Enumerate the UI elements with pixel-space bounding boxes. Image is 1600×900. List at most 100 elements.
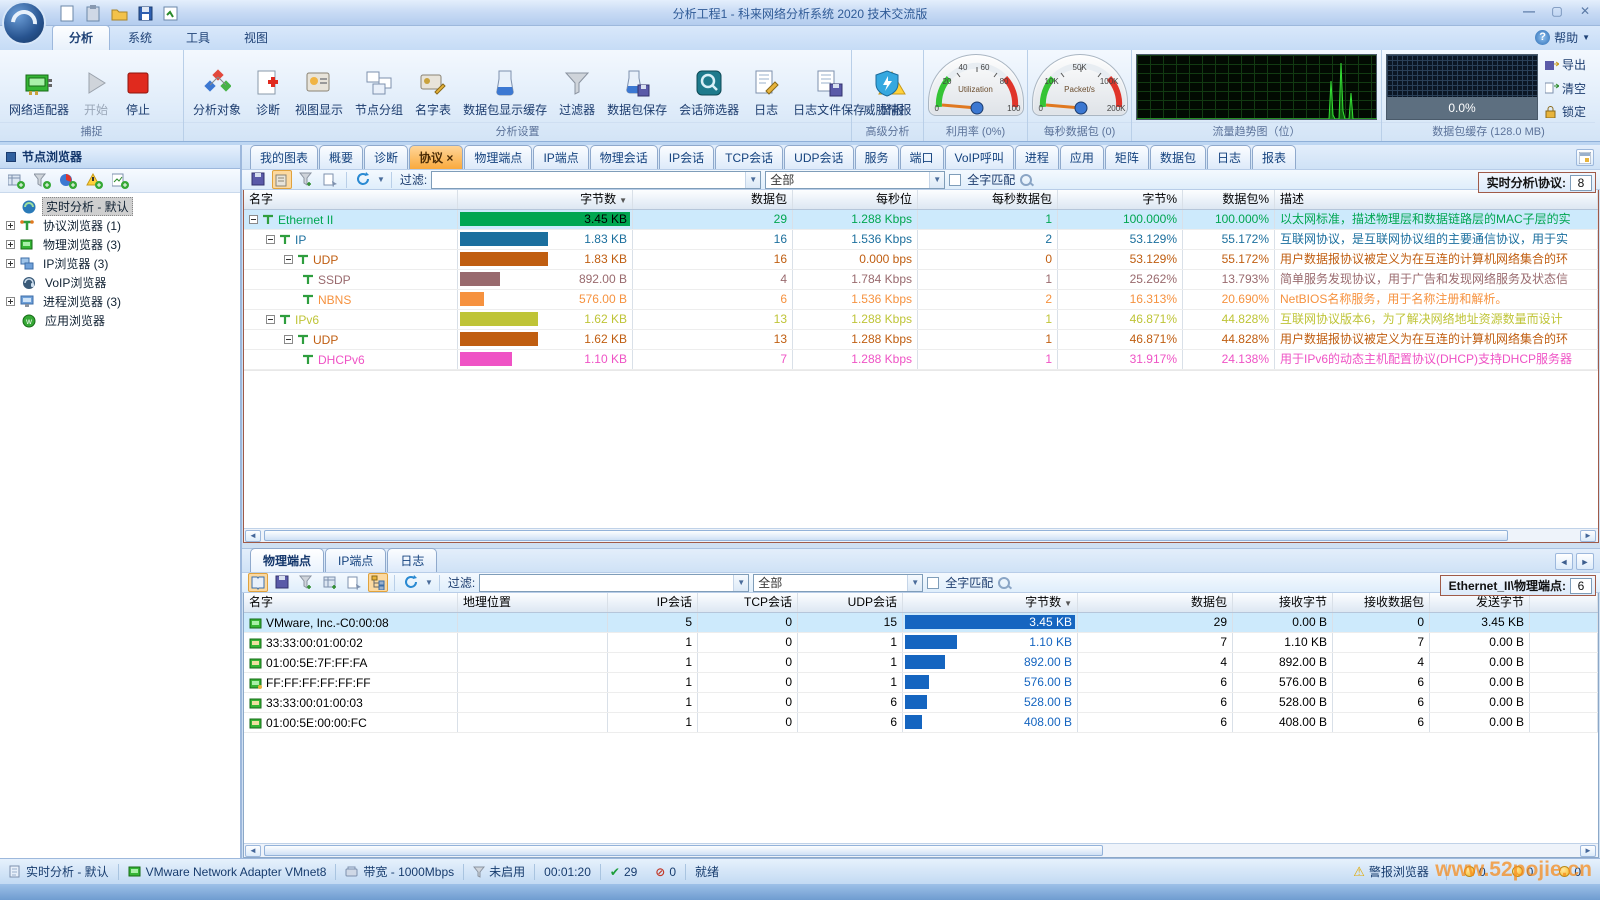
full-match-checkbox[interactable] — [927, 577, 939, 589]
session-filter-button[interactable]: 会话筛选器 — [674, 53, 744, 122]
stop-button[interactable]: 停止 — [118, 53, 158, 122]
table-row[interactable]: DHCPv6 1.10 KB 7 1.288 Kbps 1 31.917% 24… — [244, 350, 1598, 370]
add-report-icon[interactable] — [112, 173, 130, 189]
ribbon-tab-tools[interactable]: 工具 — [170, 26, 226, 50]
tab-physical-conv[interactable]: 物理会话 — [590, 145, 658, 169]
tab-summary[interactable]: 概要 — [319, 145, 363, 169]
tab-my-charts[interactable]: 我的图表 — [250, 145, 318, 169]
table-row[interactable]: 33:33:00:01:00:03 1 0 6 528.00 B 6 528.0… — [244, 693, 1598, 713]
table-row[interactable]: SSDP 892.00 B 4 1.784 Kbps 1 25.262% 13.… — [244, 270, 1598, 290]
col-ip-conv[interactable]: IP会话 — [608, 593, 698, 612]
tab-scroll-right-icon[interactable]: ► — [1576, 553, 1594, 570]
scroll-right-icon[interactable]: ► — [1580, 530, 1596, 542]
close-button[interactable]: ✕ — [1576, 4, 1594, 18]
col-rx-packets[interactable]: 接收数据包 — [1333, 593, 1430, 612]
add-graph-icon[interactable] — [60, 173, 78, 189]
col-udp-conv[interactable]: UDP会话 — [798, 593, 903, 612]
filter-scope-select[interactable]: 全部▼ — [753, 574, 923, 592]
col-bytes[interactable]: 字节数▼ — [903, 593, 1078, 612]
table-row[interactable]: NBNS 576.00 B 6 1.536 Kbps 2 16.313% 20.… — [244, 290, 1598, 310]
lock-button[interactable]: 锁定 — [1542, 102, 1589, 121]
tab-service[interactable]: 服务 — [855, 145, 899, 169]
expand-toggle[interactable] — [284, 255, 293, 264]
table-row[interactable]: 01:00:5E:7F:FF:FA 1 0 1 892.00 B 4 892.0… — [244, 653, 1598, 673]
tree-item-voip-browser[interactable]: VoIP浏览器 — [6, 273, 240, 292]
analysis-object-button[interactable]: 分析对象 — [188, 53, 246, 122]
refresh-icon[interactable] — [353, 170, 373, 189]
tab-diagnosis[interactable]: 诊断 — [364, 145, 408, 169]
tab-application[interactable]: 应用 — [1060, 145, 1104, 169]
col-bytes[interactable]: 字节数▼ — [458, 190, 633, 209]
col-packets[interactable]: 数据包 — [1078, 593, 1233, 612]
packet-buffer-button[interactable]: 数据包显示缓存 — [458, 53, 552, 122]
help-button[interactable]: ? 帮助 ▼ — [1535, 29, 1590, 46]
expand-icon[interactable] — [6, 297, 15, 306]
tree-view-icon[interactable] — [368, 573, 388, 592]
refresh-dropdown-icon[interactable]: ▼ — [377, 175, 385, 184]
add-table-icon[interactable] — [320, 573, 340, 592]
table-row[interactable]: VMware, Inc.-C0:00:08 5 0 15 3.45 KB 29 … — [244, 613, 1598, 633]
expand-toggle[interactable] — [249, 215, 258, 224]
tab-bottom-physical-endpoint[interactable]: 物理端点 — [250, 548, 324, 572]
table-row[interactable]: 33:33:00:01:00:02 1 0 1 1.10 KB 7 1.10 K… — [244, 633, 1598, 653]
tab-udp-conv[interactable]: UDP会话 — [784, 145, 853, 169]
tree-item-ip-browser[interactable]: IP浏览器 (3) — [6, 254, 240, 273]
col-packets-pct[interactable]: 数据包% — [1183, 190, 1275, 209]
maximize-button[interactable]: ▢ — [1548, 4, 1566, 18]
tree-item-live-analysis[interactable]: 实时分析 - 默认 — [6, 197, 240, 216]
tab-report[interactable]: 报表 — [1252, 145, 1296, 169]
table-row[interactable]: IPv6 1.62 KB 13 1.288 Kbps 1 46.871% 44.… — [244, 310, 1598, 330]
network-adapter-button[interactable]: 网络适配器 — [4, 53, 74, 122]
endpoint-hscrollbar[interactable]: ◄ ► — [244, 843, 1598, 857]
tab-physical-endpoint[interactable]: 物理端点 — [464, 145, 532, 169]
table-row[interactable]: FF:FF:FF:FF:FF:FF 1 0 1 576.00 B 6 576.0… — [244, 673, 1598, 693]
app-logo-icon[interactable] — [2, 1, 46, 45]
start-button[interactable]: 开始 — [76, 53, 116, 122]
book-view-icon[interactable] — [248, 573, 268, 592]
ribbon-tab-view[interactable]: 视图 — [228, 26, 284, 50]
view-display-button[interactable]: 视图显示 — [290, 53, 348, 122]
log-button[interactable]: 日志 — [746, 53, 786, 122]
col-bytes-pct[interactable]: 字节% — [1058, 190, 1183, 209]
col-packets[interactable]: 数据包 — [633, 190, 793, 209]
add-filter-icon[interactable] — [34, 173, 52, 189]
add-node-icon[interactable] — [8, 173, 26, 189]
tab-ip-endpoint[interactable]: IP端点 — [533, 145, 588, 169]
col-pps[interactable]: 每秒数据包 — [918, 190, 1058, 209]
table-row[interactable]: UDP 1.83 KB 16 0.000 bps 0 53.129% 55.17… — [244, 250, 1598, 270]
minimize-button[interactable]: — — [1520, 4, 1538, 18]
tab-port[interactable]: 端口 — [900, 145, 944, 169]
tree-item-physical-browser[interactable]: 物理浏览器 (3) — [6, 235, 240, 254]
table-row[interactable]: 01:00:5E:00:00:FC 1 0 6 408.00 B 6 408.0… — [244, 713, 1598, 733]
expand-toggle[interactable] — [266, 235, 275, 244]
clear-button[interactable]: 清空 — [1542, 79, 1589, 98]
close-tab-icon[interactable]: × — [446, 151, 453, 165]
make-filter-icon[interactable] — [344, 573, 364, 592]
expand-toggle[interactable] — [284, 335, 293, 344]
tab-process[interactable]: 进程 — [1015, 145, 1059, 169]
tab-bottom-log[interactable]: 日志 — [387, 548, 437, 572]
col-rx-bytes[interactable]: 接收字节 — [1233, 593, 1333, 612]
expand-icon[interactable] — [6, 259, 15, 268]
packet-save-button[interactable]: 数据包保存 — [602, 53, 672, 122]
scroll-left-icon[interactable]: ◄ — [245, 845, 261, 857]
filter-button[interactable]: 过滤器 — [554, 53, 600, 122]
tab-log[interactable]: 日志 — [1207, 145, 1251, 169]
refresh-dropdown-icon[interactable]: ▼ — [425, 578, 433, 587]
filter-input[interactable]: ▼ — [431, 171, 761, 189]
save-table-icon[interactable] — [248, 170, 268, 189]
export-button[interactable]: 导出 — [1542, 55, 1589, 74]
refresh-icon[interactable] — [401, 573, 421, 592]
name-table-button[interactable]: 名字表 — [410, 53, 456, 122]
full-match-checkbox[interactable] — [949, 174, 961, 186]
save-table-icon[interactable] — [272, 573, 292, 592]
make-filter-icon[interactable] — [320, 170, 340, 189]
scrollbar-thumb[interactable] — [264, 530, 1508, 541]
threat-intel-button[interactable]: 威胁情报 — [858, 53, 916, 122]
col-geo[interactable]: 地理位置 — [458, 593, 608, 612]
tree-item-process-browser[interactable]: 进程浏览器 (3) — [6, 292, 240, 311]
alarm-browser-button[interactable]: ⚠警报浏览器 — [1344, 864, 1438, 880]
expand-icon[interactable] — [6, 240, 15, 249]
tab-packet[interactable]: 数据包 — [1150, 145, 1206, 169]
tree-item-app-browser[interactable]: w 应用浏览器 — [6, 311, 240, 330]
